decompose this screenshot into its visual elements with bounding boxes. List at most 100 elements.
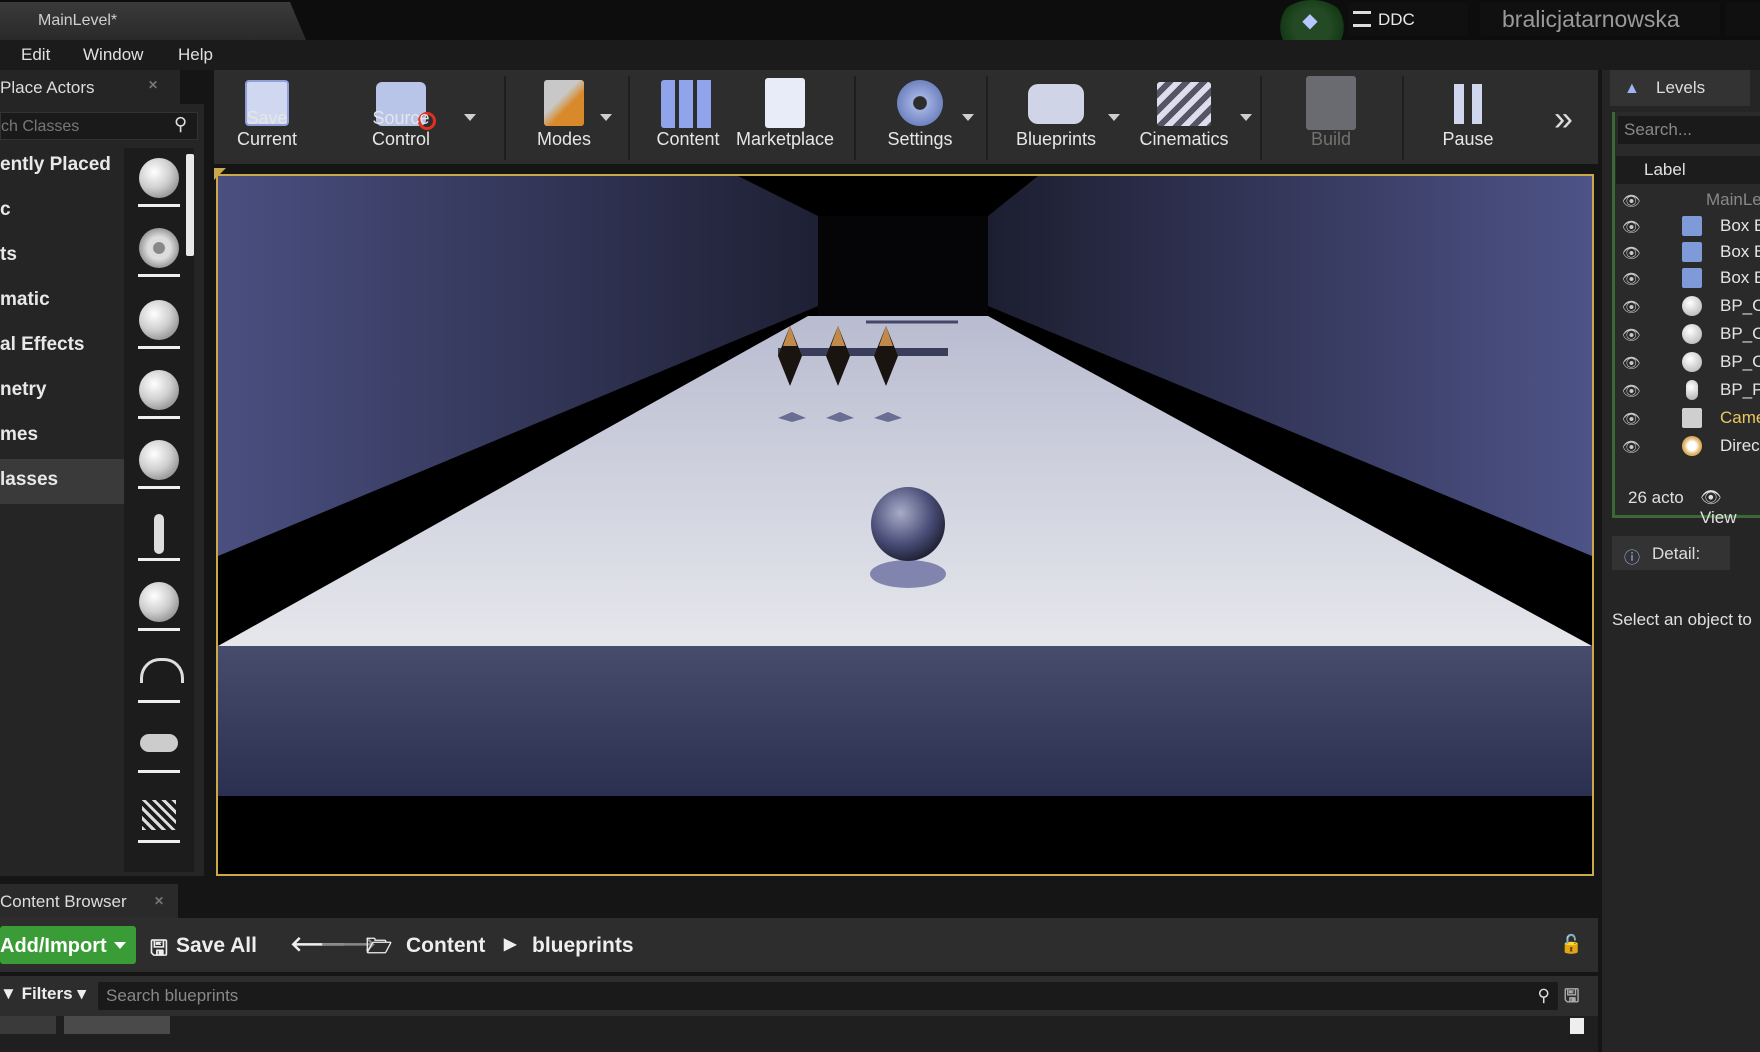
search-icon[interactable]: ⚲ — [174, 114, 196, 136]
details-tab[interactable]: ⓘ Detail: — [1612, 536, 1730, 570]
actor-thumbnail[interactable] — [138, 154, 180, 207]
panel-divider[interactable] — [1598, 876, 1602, 1052]
levels-icon: ▲ — [1624, 80, 1640, 97]
actor-thumbnail[interactable] — [138, 790, 180, 843]
content-grid-icon — [661, 80, 715, 128]
search-icon[interactable]: ⚲ — [1538, 986, 1550, 1006]
content-button[interactable]: Content — [644, 70, 732, 164]
actor-thumbnail[interactable] — [138, 224, 180, 277]
blueprints-button[interactable]: Blueprints — [996, 70, 1120, 164]
outliner-row[interactable]: 👁 Came — [1616, 406, 1760, 432]
category-lights[interactable]: ts — [0, 234, 124, 279]
filters-button[interactable]: ▼ Filters ▾ — [0, 984, 86, 1004]
actor-thumbnail[interactable] — [138, 436, 180, 489]
build-button[interactable]: Build — [1270, 70, 1392, 164]
save-current-button[interactable]: Save Current — [218, 70, 316, 164]
visibility-eye-icon[interactable]: 👁 — [1622, 244, 1641, 262]
visibility-eye-icon[interactable]: 👁 — [1622, 192, 1641, 210]
outliner-search-input[interactable]: Search... — [1618, 116, 1760, 144]
window-control-button[interactable] — [1726, 2, 1760, 36]
outliner-row[interactable]: 👁 MainLe — [1616, 188, 1760, 214]
visibility-eye-icon[interactable]: 👁 — [1622, 326, 1641, 344]
save-all-button[interactable]: Save All — [176, 934, 257, 958]
visibility-eye-icon[interactable]: 👁 — [1622, 298, 1641, 316]
cinematics-button[interactable]: Cinematics — [1122, 70, 1252, 164]
outliner-row[interactable]: 👁 Direc — [1616, 434, 1760, 460]
actor-thumbnail[interactable] — [138, 578, 180, 631]
add-import-label: Add/Import — [0, 935, 107, 957]
toolbar-overflow-icon[interactable]: » — [1554, 100, 1573, 139]
category-label: ently Placed — [0, 154, 111, 175]
actor-thumbnail[interactable] — [138, 508, 180, 561]
modes-button[interactable]: Modes — [514, 70, 614, 164]
breadcrumb-blueprints[interactable]: blueprints — [532, 934, 634, 958]
asset-view — [0, 1016, 1598, 1052]
add-import-button[interactable]: Add/Import — [0, 926, 136, 964]
document-tab[interactable]: MainLevel* — [0, 2, 306, 40]
menu-help[interactable]: Help — [178, 45, 213, 65]
outliner-row-label: Direc — [1720, 436, 1760, 455]
toolbar-label: Build — [1310, 129, 1352, 149]
marketplace-button[interactable]: Marketplace — [732, 70, 838, 164]
place-actors-tab[interactable]: Place Actors ✕ — [0, 70, 180, 104]
category-label: netry — [0, 379, 47, 400]
category-visual-effects[interactable]: al Effects — [0, 324, 124, 369]
outliner-label-column-header[interactable]: Label — [1616, 156, 1760, 184]
category-all-classes[interactable]: lasses — [0, 459, 124, 504]
outliner-row[interactable]: 👁 BP_C — [1616, 350, 1760, 376]
category-recently-placed[interactable]: ently Placed — [0, 144, 124, 189]
category-basic[interactable]: c — [0, 189, 124, 234]
filters-label: Filters — [21, 984, 73, 1003]
search-classes-input[interactable]: ch Classes — [0, 112, 198, 140]
asset-view-scrollbar[interactable] — [1570, 1018, 1584, 1034]
level-viewport[interactable] — [216, 174, 1594, 876]
source-control-button[interactable]: Source Control — [342, 70, 476, 164]
search-blueprints-input[interactable]: Search blueprints ⚲ — [98, 982, 1558, 1010]
close-icon[interactable]: ✕ — [148, 78, 158, 92]
close-icon[interactable]: ✕ — [154, 894, 164, 908]
menu-edit[interactable]: Edit — [21, 45, 50, 65]
visibility-eye-icon[interactable]: 👁 — [1622, 354, 1641, 372]
visibility-eye-icon[interactable]: 👁 — [1622, 410, 1641, 428]
asset-tile[interactable] — [64, 1016, 170, 1034]
category-label: c — [0, 199, 11, 220]
outliner-row[interactable]: 👁 Box B — [1616, 214, 1760, 240]
actor-thumbnail[interactable] — [138, 720, 180, 773]
details-tab-label: Detail: — [1652, 544, 1701, 563]
unreal-logo-icon: ◆ — [1302, 10, 1318, 32]
view-options-button[interactable]: 👁 View — [1700, 488, 1760, 528]
content-browser-tab[interactable]: Content Browser ✕ — [0, 884, 178, 918]
outliner-row[interactable]: 👁 Box B — [1616, 266, 1760, 292]
save-search-icon[interactable]: 🖫 — [1564, 984, 1579, 1014]
actor-thumbnail[interactable] — [138, 366, 180, 419]
actor-thumbnail[interactable] — [138, 296, 180, 349]
ddc-icon — [1353, 11, 1371, 27]
outliner-row[interactable]: 👁 Box B — [1616, 240, 1760, 266]
actor-thumbnail[interactable] — [138, 650, 184, 703]
levels-tab[interactable]: Levels ▲ — [1610, 70, 1750, 106]
lock-icon[interactable]: 🔓 — [1560, 934, 1582, 955]
asset-tile[interactable] — [0, 1016, 56, 1034]
visibility-eye-icon[interactable]: 👁 — [1622, 270, 1641, 288]
category-geometry[interactable]: netry — [0, 369, 124, 414]
menu-window[interactable]: Window — [83, 45, 143, 65]
breadcrumb-content[interactable]: Content — [406, 934, 485, 958]
ddc-button[interactable]: DDC — [1348, 2, 1468, 36]
user-account-button[interactable]: bralicjatarnowska — [1480, 2, 1720, 36]
visibility-eye-icon[interactable]: 👁 — [1622, 438, 1641, 456]
category-label: al Effects — [0, 334, 85, 355]
outliner-row-label: Box B — [1720, 216, 1760, 235]
outliner-row[interactable]: 👁 BP_C — [1616, 322, 1760, 348]
outliner-row[interactable]: 👁 BP_P — [1616, 378, 1760, 404]
category-volumes[interactable]: mes — [0, 414, 124, 459]
pause-button[interactable]: Pause — [1412, 70, 1524, 164]
visibility-eye-icon[interactable]: 👁 — [1622, 218, 1641, 236]
actor-list-scrollbar[interactable] — [186, 154, 194, 256]
category-label: ts — [0, 244, 17, 265]
category-cinematic[interactable]: matic — [0, 279, 124, 324]
settings-button[interactable]: Settings — [864, 70, 976, 164]
filter-icon: ▼ — [0, 984, 22, 1003]
outliner-row[interactable]: 👁 BP_C — [1616, 294, 1760, 320]
column-header-label: Label — [1644, 160, 1686, 179]
visibility-eye-icon[interactable]: 👁 — [1622, 382, 1641, 400]
